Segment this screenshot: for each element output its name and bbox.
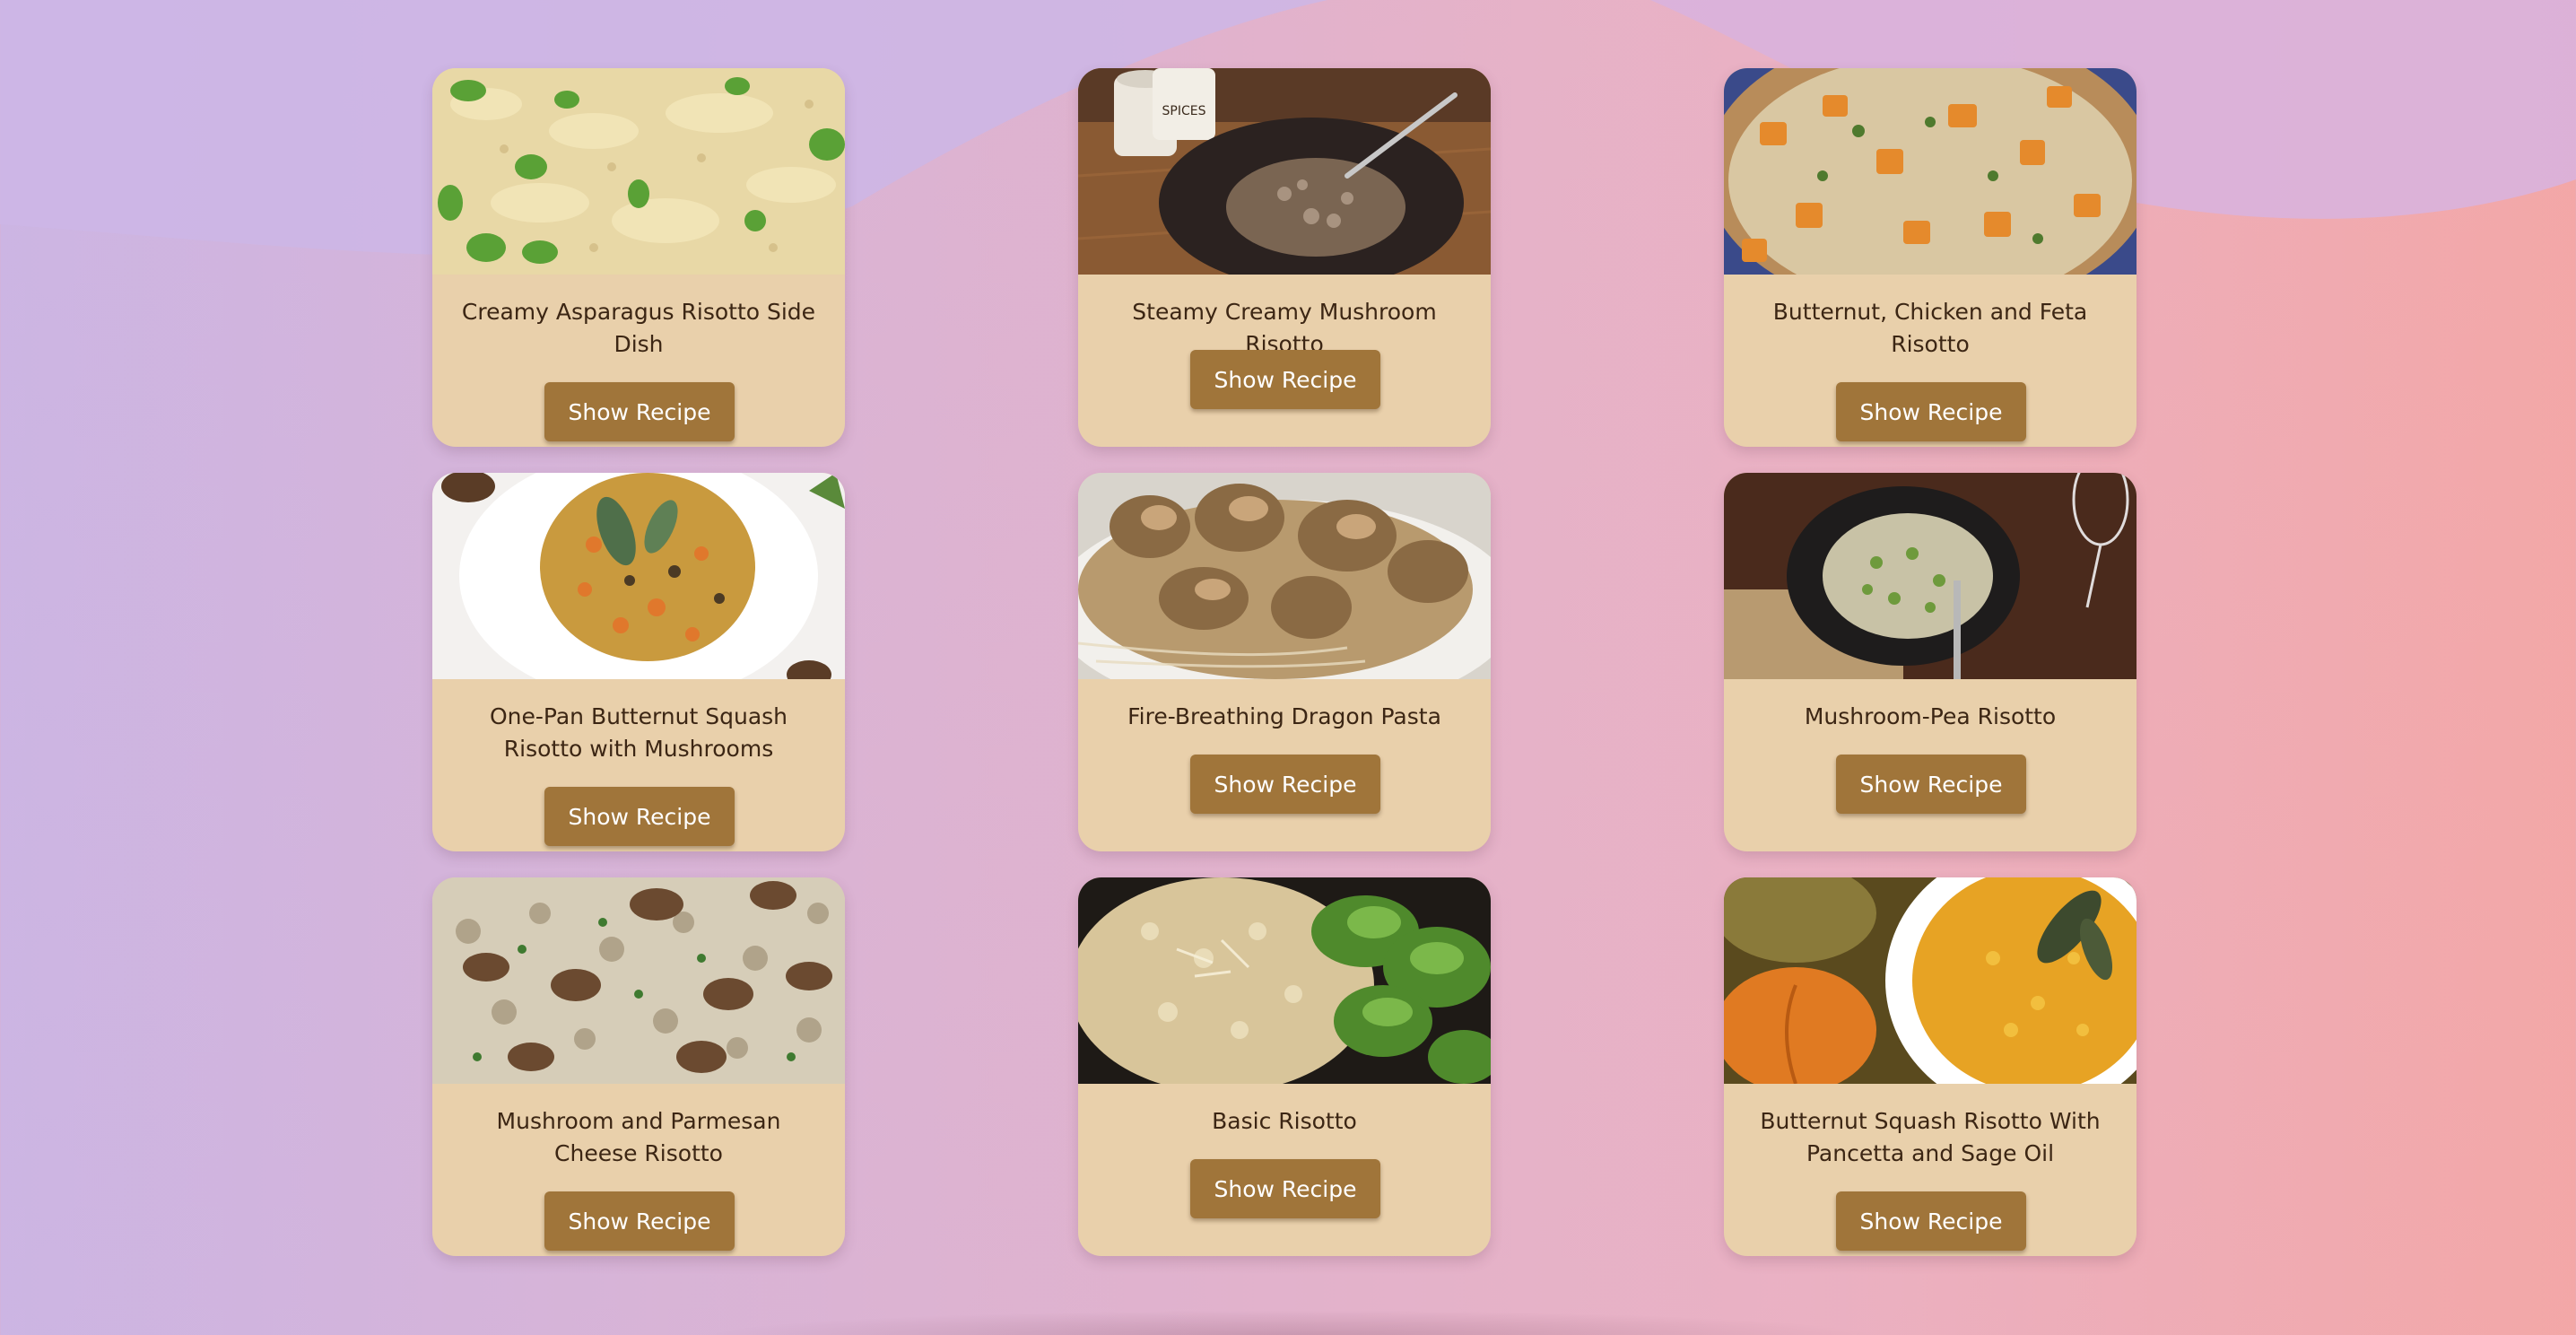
recipe-card: Mushroom and Parmesan Cheese Risotto Sho… bbox=[432, 877, 845, 1256]
recipe-image: SPICES bbox=[1078, 68, 1491, 275]
recipe-image bbox=[1724, 68, 2137, 275]
recipe-image bbox=[432, 473, 845, 679]
recipe-card: One-Pan Butternut Squash Risotto with Mu… bbox=[432, 473, 845, 851]
recipe-title: Butternut, Chicken and Feta Risotto bbox=[1772, 299, 2088, 357]
recipe-title: Fire-Breathing Dragon Pasta bbox=[1127, 703, 1441, 729]
recipe-image bbox=[1078, 877, 1491, 1084]
recipe-title: Mushroom-Pea Risotto bbox=[1804, 703, 2057, 729]
recipe-card: Creamy Asparagus Risotto Side Dish Show … bbox=[432, 68, 845, 447]
show-recipe-button[interactable]: Show Recipe bbox=[544, 1191, 735, 1251]
recipe-card: Mushroom-Pea Risotto Show Recipe bbox=[1724, 473, 2137, 851]
show-recipe-button[interactable]: Show Recipe bbox=[544, 382, 735, 441]
recipe-title: Mushroom and Parmesan Cheese Risotto bbox=[496, 1108, 781, 1166]
recipe-title: Basic Risotto bbox=[1212, 1108, 1357, 1134]
show-recipe-button[interactable]: Show Recipe bbox=[1836, 755, 2026, 814]
spices-label: SPICES bbox=[1162, 104, 1206, 118]
recipe-card: Fire-Breathing Dragon Pasta Show Recipe bbox=[1078, 473, 1491, 851]
show-recipe-button[interactable]: Show Recipe bbox=[1190, 755, 1380, 814]
show-recipe-button[interactable]: Show Recipe bbox=[1836, 382, 2026, 441]
recipe-card: Basic Risotto Show Recipe bbox=[1078, 877, 1491, 1256]
recipe-card: Butternut Squash Risotto With Pancetta a… bbox=[1724, 877, 2137, 1256]
recipe-grid: Creamy Asparagus Risotto Side Dish Show … bbox=[0, 0, 2576, 1335]
show-recipe-button[interactable]: Show Recipe bbox=[1836, 1191, 2026, 1251]
recipe-image bbox=[1724, 877, 2137, 1084]
recipe-image bbox=[1078, 473, 1491, 679]
recipe-image bbox=[1724, 473, 2137, 679]
recipe-image bbox=[432, 877, 845, 1084]
recipe-image bbox=[432, 68, 845, 275]
recipe-title: Creamy Asparagus Risotto Side Dish bbox=[461, 299, 816, 357]
recipe-card: Butternut, Chicken and Feta Risotto Show… bbox=[1724, 68, 2137, 447]
show-recipe-button[interactable]: Show Recipe bbox=[1190, 350, 1380, 409]
show-recipe-button[interactable]: Show Recipe bbox=[1190, 1159, 1380, 1218]
recipe-card: SPICES Steamy Creamy Mushroom Risotto Sh… bbox=[1078, 68, 1491, 447]
recipe-title: Butternut Squash Risotto With Pancetta a… bbox=[1760, 1108, 2101, 1166]
show-recipe-button[interactable]: Show Recipe bbox=[544, 787, 735, 846]
recipe-title: One-Pan Butternut Squash Risotto with Mu… bbox=[489, 703, 788, 762]
